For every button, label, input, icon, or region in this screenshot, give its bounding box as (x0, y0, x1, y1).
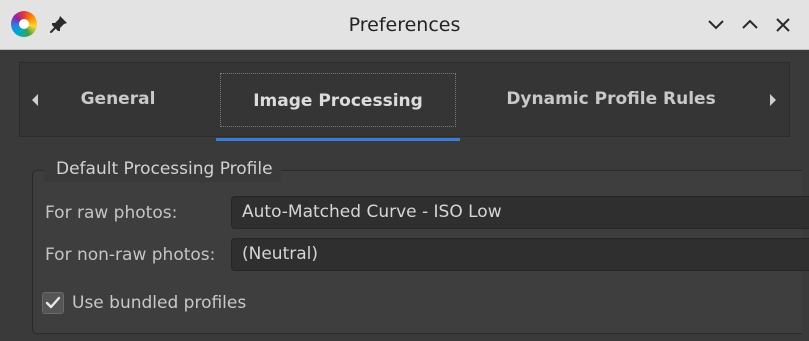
raw-photos-profile-select[interactable]: Auto-Matched Curve - ISO Low (231, 196, 809, 229)
use-bundled-profiles-label[interactable]: Use bundled profiles (72, 292, 246, 314)
minimize-button[interactable] (703, 12, 729, 38)
maximize-icon (742, 19, 758, 29)
scroll-left-arrow-icon[interactable] (28, 91, 42, 109)
close-icon (776, 18, 790, 32)
checkmark-icon (45, 296, 61, 309)
window-title: Preferences (348, 14, 461, 36)
tab-image-processing[interactable]: Image Processing (220, 73, 456, 127)
group-title: Default Processing Profile (44, 156, 281, 182)
tab-bar: General Image Processing Dynamic Profile… (19, 62, 790, 141)
preferences-content: General Image Processing Dynamic Profile… (0, 50, 809, 341)
close-button[interactable] (770, 12, 796, 38)
preferences-window: Preferences General Image Processing Dyn… (0, 0, 809, 341)
tab-general[interactable]: General (50, 63, 186, 135)
use-bundled-profiles-checkbox[interactable] (42, 292, 64, 314)
scroll-right-arrow-icon[interactable] (766, 91, 780, 109)
active-tab-indicator (216, 138, 460, 141)
pin-icon[interactable] (48, 13, 70, 35)
color-wheel-icon (11, 11, 37, 37)
nonraw-photos-profile-select[interactable]: (Neutral) (231, 238, 809, 271)
maximize-button[interactable] (737, 12, 763, 38)
nonraw-photos-label: For non-raw photos: (45, 245, 216, 265)
title-bar[interactable]: Preferences (0, 0, 809, 50)
minimize-icon (708, 20, 724, 30)
tab-dynamic-profile-rules[interactable]: Dynamic Profile Rules (480, 63, 742, 135)
raw-photos-label: For raw photos: (45, 203, 178, 223)
